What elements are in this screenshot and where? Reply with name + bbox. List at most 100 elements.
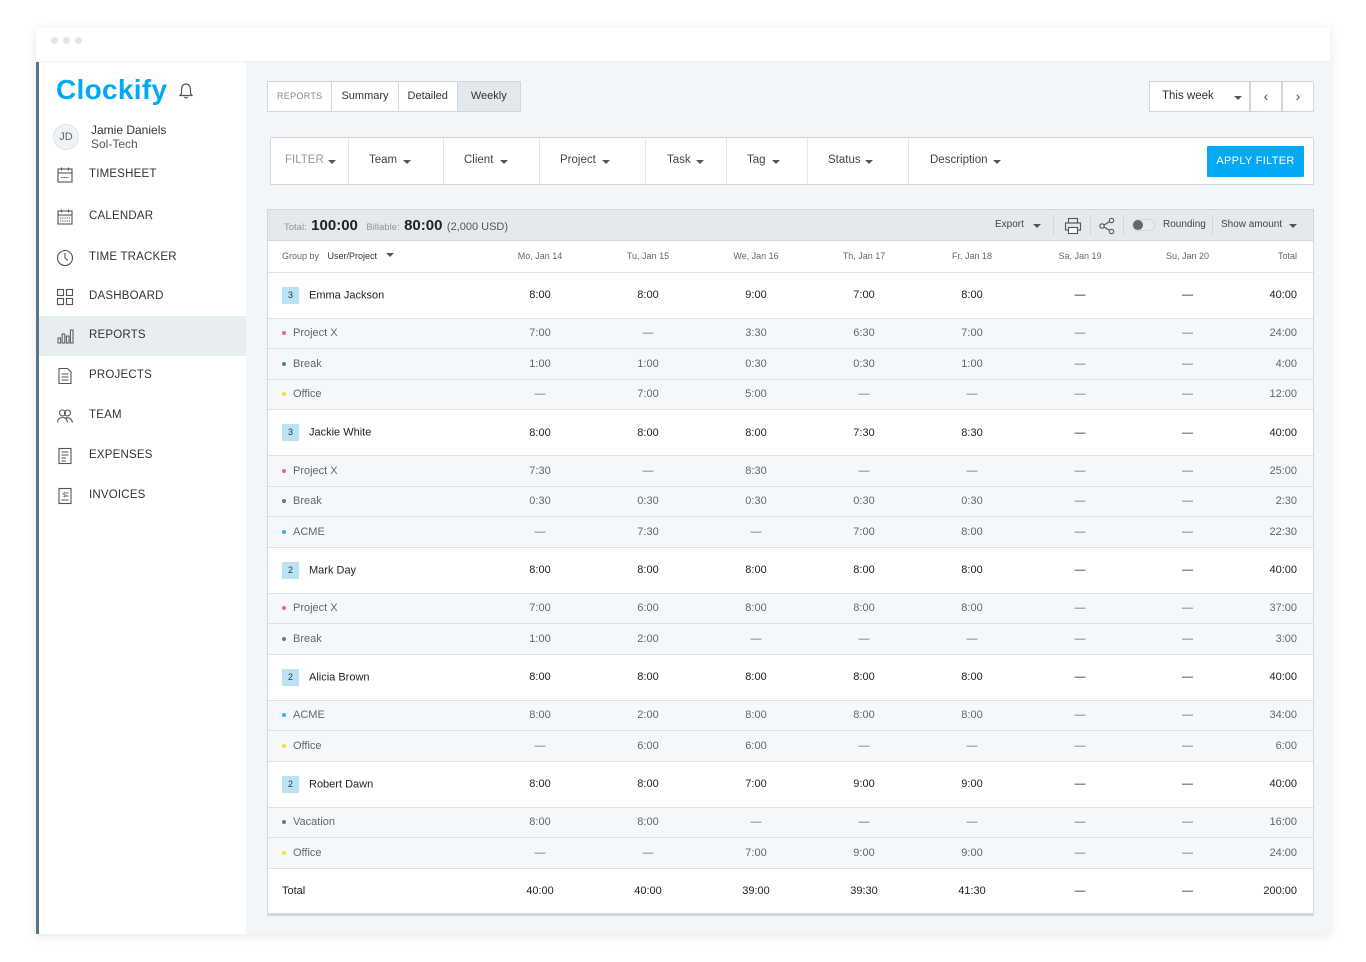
- avatar[interactable]: JD: [53, 124, 79, 150]
- sidebar-item-timesheet[interactable]: TIMESHEET: [39, 155, 246, 195]
- time-cell: —: [486, 516, 594, 548]
- apply-filter-button[interactable]: APPLY FILTER: [1207, 146, 1304, 177]
- chevron-down-icon: [993, 160, 1001, 164]
- user-cell[interactable]: 2 Mark Day: [268, 547, 486, 594]
- filter-task[interactable]: Task: [646, 138, 727, 184]
- filter-tag[interactable]: Tag: [727, 138, 808, 184]
- time-cell: —: [1134, 379, 1241, 410]
- time-cell: 0:30: [810, 486, 918, 517]
- project-cell: Project X: [268, 455, 486, 487]
- time-cell: —: [1026, 654, 1134, 701]
- chevron-down-icon: [385, 253, 394, 258]
- weekly-table-body: Group by User/Project Mo, Jan 14 Tu, Jan…: [268, 241, 1313, 916]
- time-cell: 7:30: [810, 409, 918, 456]
- export-button[interactable]: Export: [995, 219, 1024, 230]
- next-week-button[interactable]: ›: [1282, 81, 1314, 112]
- column-header[interactable]: Fr, Jan 18: [918, 241, 1026, 273]
- column-header[interactable]: Th, Jan 17: [810, 241, 918, 273]
- user-row[interactable]: 2 Mark Day 8:00 8:00 8:00 8:00 8:00— —40:00: [268, 547, 1313, 594]
- user-cell[interactable]: 3 Jackie White: [268, 409, 486, 456]
- user-row[interactable]: 3 Emma Jackson 8:00 8:00 9:00 7:00 8:00— —40:00: [268, 272, 1313, 319]
- divider: [1090, 215, 1091, 235]
- show-amount-select[interactable]: Show amount: [1221, 219, 1282, 230]
- tab-weekly[interactable]: Weekly: [457, 82, 520, 111]
- prev-week-button[interactable]: ‹: [1250, 81, 1282, 112]
- export-label: Export: [995, 219, 1024, 230]
- project-color-dot: [282, 713, 286, 718]
- sidebar-item-calendar[interactable]: CALENDAR: [39, 197, 246, 237]
- filter-team[interactable]: Team: [349, 138, 444, 184]
- time-cell: —: [1134, 837, 1241, 869]
- sidebar-item-reports[interactable]: REPORTS: [39, 316, 246, 356]
- report-tabs-label: REPORTS: [268, 82, 333, 111]
- filter-client[interactable]: Client: [444, 138, 540, 184]
- divider: [1123, 215, 1124, 235]
- user-org: Sol-Tech: [91, 137, 138, 151]
- project-color-dot: [282, 331, 286, 336]
- user-row[interactable]: 2 Robert Dawn 8:00 8:00 7:00 9:00 9:00— —40:00: [268, 761, 1313, 808]
- project-cell: Break: [268, 486, 486, 517]
- chevron-down-icon: [500, 160, 508, 164]
- time-cell: —: [918, 807, 1026, 838]
- tab-summary[interactable]: Summary: [332, 82, 399, 111]
- project-row: Office —7:00 5:00— — — —12:00: [268, 379, 1313, 410]
- tab-detailed[interactable]: Detailed: [399, 82, 458, 111]
- column-header[interactable]: Total: [1241, 241, 1313, 273]
- user-name: Emma Jackson: [309, 289, 385, 301]
- time-cell: 6:00: [1241, 730, 1313, 762]
- app-logo[interactable]: Clockify: [56, 74, 167, 106]
- print-icon[interactable]: [1064, 217, 1082, 235]
- sidebar-item-team[interactable]: TEAM: [39, 396, 246, 436]
- time-cell: 37:00: [1241, 593, 1313, 624]
- user-cell[interactable]: 2 Robert Dawn: [268, 761, 486, 808]
- user-cell[interactable]: 2 Alicia Brown: [268, 654, 486, 701]
- filter-label[interactable]: FILTER: [271, 138, 349, 184]
- sidebar-item-dashboard[interactable]: DASHBOARD: [39, 277, 246, 317]
- time-cell: —: [1134, 455, 1241, 487]
- filter-status[interactable]: Status: [808, 138, 909, 184]
- bell-icon[interactable]: [177, 82, 195, 100]
- rounding-toggle[interactable]: [1132, 219, 1155, 231]
- time-cell: 8:00: [594, 409, 702, 456]
- time-cell: 0:30: [594, 486, 702, 517]
- sidebar-item-expenses[interactable]: EXPENSES: [39, 436, 246, 476]
- time-cell: —: [1026, 455, 1134, 487]
- project-name: Break: [293, 632, 322, 645]
- total-cell: 39:00: [702, 868, 810, 916]
- group-by-select[interactable]: Group by User/Project: [268, 241, 486, 273]
- time-cell: —: [810, 379, 918, 410]
- user-row[interactable]: 3 Jackie White 8:00 8:00 8:00 7:30 8:30— —40:00: [268, 409, 1313, 456]
- column-header[interactable]: We, Jan 16: [702, 241, 810, 273]
- column-header[interactable]: Sa, Jan 19: [1026, 241, 1134, 273]
- share-icon[interactable]: [1098, 217, 1116, 235]
- filter-team-label: Team: [369, 154, 398, 166]
- time-cell: 1:00: [486, 348, 594, 380]
- user-cell[interactable]: 3 Emma Jackson: [268, 272, 486, 319]
- time-cell: 8:00: [918, 593, 1026, 624]
- time-cell: 8:00: [486, 761, 594, 808]
- column-header[interactable]: Mo, Jan 14: [486, 241, 594, 273]
- sidebar-item-invoices[interactable]: $ INVOICES: [39, 476, 246, 516]
- time-cell: —: [1026, 761, 1134, 808]
- time-cell: 9:00: [918, 837, 1026, 869]
- column-header[interactable]: Tu, Jan 15: [594, 241, 702, 273]
- time-cell: —: [1134, 807, 1241, 838]
- filter-description[interactable]: Description: [909, 138, 1029, 184]
- filter-status-label: Status: [828, 154, 861, 166]
- user-row[interactable]: 2 Alicia Brown 8:00 8:00 8:00 8:00 8:00— —40:00: [268, 654, 1313, 701]
- sidebar-item-projects[interactable]: PROJECTS: [39, 356, 246, 396]
- time-cell: —: [918, 455, 1026, 487]
- time-cell: —: [1134, 516, 1241, 548]
- sidebar-item-time-tracker[interactable]: TIME TRACKER: [39, 238, 246, 278]
- time-cell: 7:30: [486, 455, 594, 487]
- project-count-badge: 2: [282, 668, 299, 686]
- date-range-select[interactable]: This week: [1149, 81, 1250, 112]
- time-cell: 6:30: [810, 318, 918, 349]
- column-header[interactable]: Su, Jan 20: [1134, 241, 1241, 273]
- filter-project[interactable]: Project: [540, 138, 646, 184]
- project-name: ACME: [293, 709, 325, 722]
- billable-value: 80:00: [404, 217, 443, 234]
- time-cell: —: [1134, 730, 1241, 762]
- project-cell: ACME: [268, 700, 486, 731]
- clock-icon: [56, 249, 74, 267]
